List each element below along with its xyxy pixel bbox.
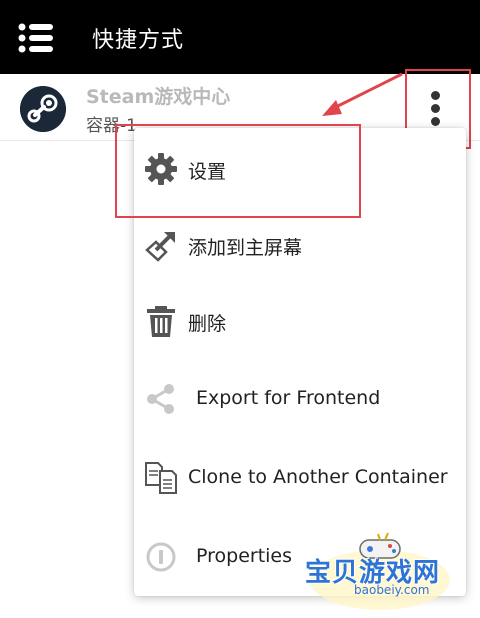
menu-item-label: 添加到主屏幕: [188, 237, 303, 259]
highlight-box-settings: [115, 124, 361, 218]
menu-item-add-to-home[interactable]: 添加到主屏幕: [134, 210, 466, 280]
menu-item-label: 删除: [188, 313, 227, 335]
menu-item-export[interactable]: Export for Frontend: [134, 364, 466, 434]
menu-item-clone[interactable]: Clone to Another Container: [134, 443, 466, 513]
menu-item-label: Export for Frontend: [196, 387, 381, 409]
add-to-home-icon: [145, 232, 175, 262]
menu-item-delete[interactable]: 删除: [134, 286, 466, 356]
watermark-url: baobeiy.com: [354, 583, 430, 597]
clone-icon: [145, 462, 177, 494]
menu-item-label: Properties: [196, 545, 293, 567]
info-icon: [146, 542, 176, 572]
menu-item-label: Clone to Another Container: [188, 466, 448, 488]
trash-icon: [147, 306, 175, 337]
share-icon: [147, 384, 174, 414]
